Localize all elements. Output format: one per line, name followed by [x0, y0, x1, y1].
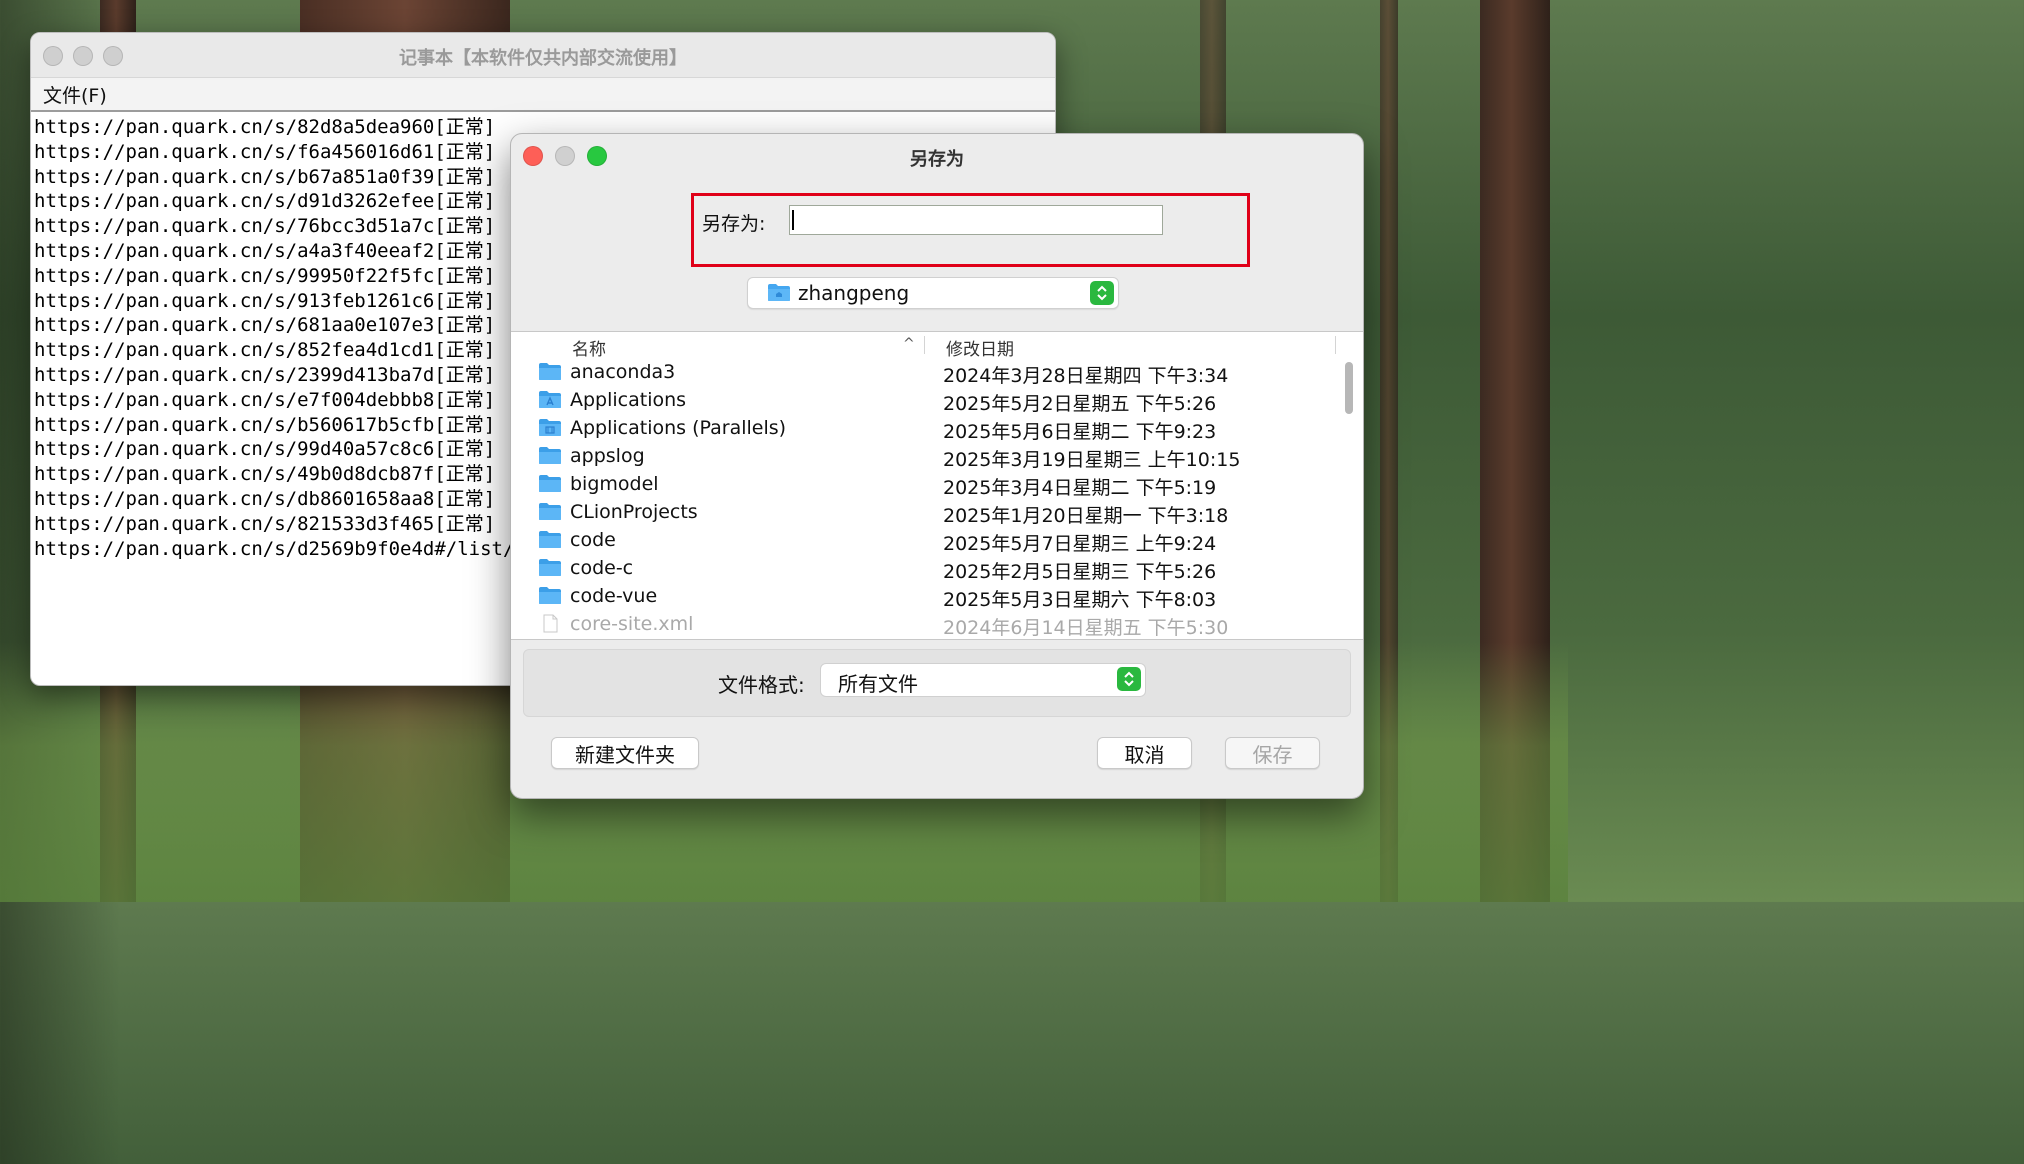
file-menu[interactable]: 文件(F)	[43, 81, 107, 108]
format-label: 文件格式:	[718, 673, 805, 697]
file-row[interactable]: appslog 2025年3月19日星期三 上午10:15	[511, 442, 1363, 471]
new-folder-button[interactable]: 新建文件夹	[551, 737, 699, 769]
file-row[interactable]: bigmodel 2025年3月4日星期二 下午5:19	[511, 470, 1363, 499]
format-select[interactable]: 所有文件	[820, 663, 1146, 697]
scrollbar[interactable]	[1345, 362, 1353, 414]
notepad-title: 记事本【本软件仅共内部交流使用】	[399, 48, 687, 69]
filename-input[interactable]	[789, 205, 1163, 235]
file-date: 2025年5月2日星期五 下午5:26	[943, 393, 1217, 415]
file-date: 2025年5月3日星期六 下午8:03	[943, 589, 1217, 611]
file-row[interactable]: code-vue 2025年5月3日星期六 下午8:03	[511, 582, 1363, 611]
date-column-header[interactable]: 修改日期	[946, 335, 1014, 360]
chevron-updown-icon[interactable]	[1090, 281, 1114, 305]
file-list: anaconda3 2024年3月28日星期四 下午3:34 Application…	[511, 358, 1363, 639]
dialog-title: 另存为	[910, 149, 964, 170]
sort-ascending-icon[interactable]: ^	[903, 336, 915, 352]
file-date: 2024年6月14日星期五 下午5:30	[943, 617, 1229, 639]
folder-icon	[539, 475, 561, 492]
file-row[interactable]: code-c 2025年2月5日星期三 下午5:26	[511, 554, 1363, 583]
column-header: 名称 ^ 修改日期	[511, 332, 1363, 360]
file-name: Applications (Parallels)	[570, 417, 787, 439]
file-browser[interactable]: 名称 ^ 修改日期 anaconda3 2024年3月28日星期四 下午3:34 A…	[511, 331, 1363, 640]
file-row[interactable]: Applications (Parallels) 2025年5月6日星期二 下午9…	[511, 414, 1363, 443]
file-row[interactable]: Applications 2025年5月2日星期五 下午5:26	[511, 386, 1363, 415]
column-divider[interactable]	[924, 336, 925, 354]
file-name: bigmodel	[570, 473, 659, 495]
file-row[interactable]: CLionProjects 2025年1月20日星期一 下午3:18	[511, 498, 1363, 527]
location-label: zhangpeng	[798, 281, 910, 305]
file-name: anaconda3	[570, 361, 676, 383]
file-name: code	[570, 529, 616, 551]
file-name: code-c	[570, 557, 634, 579]
parallels-folder-icon	[539, 419, 561, 436]
file-date: 2025年5月7日星期三 上午9:24	[943, 533, 1217, 555]
text-caret	[792, 210, 794, 230]
name-column-header[interactable]: 名称	[572, 335, 606, 360]
chevron-updown-icon[interactable]	[1117, 667, 1141, 691]
folder-icon	[539, 503, 561, 520]
file-row[interactable]: code 2025年5月7日星期三 上午9:24	[511, 526, 1363, 555]
cancel-button[interactable]: 取消	[1097, 737, 1192, 769]
file-date: 2024年3月28日星期四 下午3:34	[943, 365, 1229, 387]
format-value: 所有文件	[838, 672, 918, 696]
format-panel: 文件格式: 所有文件	[523, 649, 1351, 717]
folder-icon	[539, 447, 561, 464]
save-button[interactable]: 保存	[1225, 737, 1320, 769]
file-name: appslog	[570, 445, 645, 467]
save-as-dialog: 另存为 另存为: zhangpeng 名称 ^ 修改日期 anaconda3 20…	[510, 133, 1364, 799]
notepad-titlebar[interactable]: 记事本【本软件仅共内部交流使用】	[31, 33, 1055, 78]
file-date: 2025年2月5日星期三 下午5:26	[943, 561, 1217, 583]
file-date: 2025年1月20日星期一 下午3:18	[943, 505, 1229, 527]
dialog-titlebar[interactable]: 另存为	[511, 134, 1363, 178]
applications-folder-icon	[539, 391, 561, 408]
folder-icon	[539, 559, 561, 576]
document-icon	[543, 614, 558, 633]
file-name: Applications	[570, 389, 687, 411]
file-name: core-site.xml	[570, 613, 694, 635]
folder-icon	[539, 587, 561, 604]
file-date: 2025年3月19日星期三 上午10:15	[943, 449, 1241, 471]
column-divider[interactable]	[1335, 336, 1336, 354]
notepad-menubar: 文件(F)	[31, 78, 1055, 112]
folder-icon	[539, 531, 561, 548]
file-date: 2025年5月6日星期二 下午9:23	[943, 421, 1217, 443]
file-name: CLionProjects	[570, 501, 698, 523]
location-popup[interactable]: zhangpeng	[747, 277, 1119, 309]
saveas-label: 另存为:	[702, 213, 766, 235]
file-name: code-vue	[570, 585, 658, 607]
home-folder-icon	[768, 284, 790, 301]
folder-icon	[539, 363, 561, 380]
file-row[interactable]: anaconda3 2024年3月28日星期四 下午3:34	[511, 358, 1363, 387]
file-date: 2025年3月4日星期二 下午5:19	[943, 477, 1217, 499]
file-row[interactable]: core-site.xml 2024年6月14日星期五 下午5:30	[511, 610, 1363, 639]
